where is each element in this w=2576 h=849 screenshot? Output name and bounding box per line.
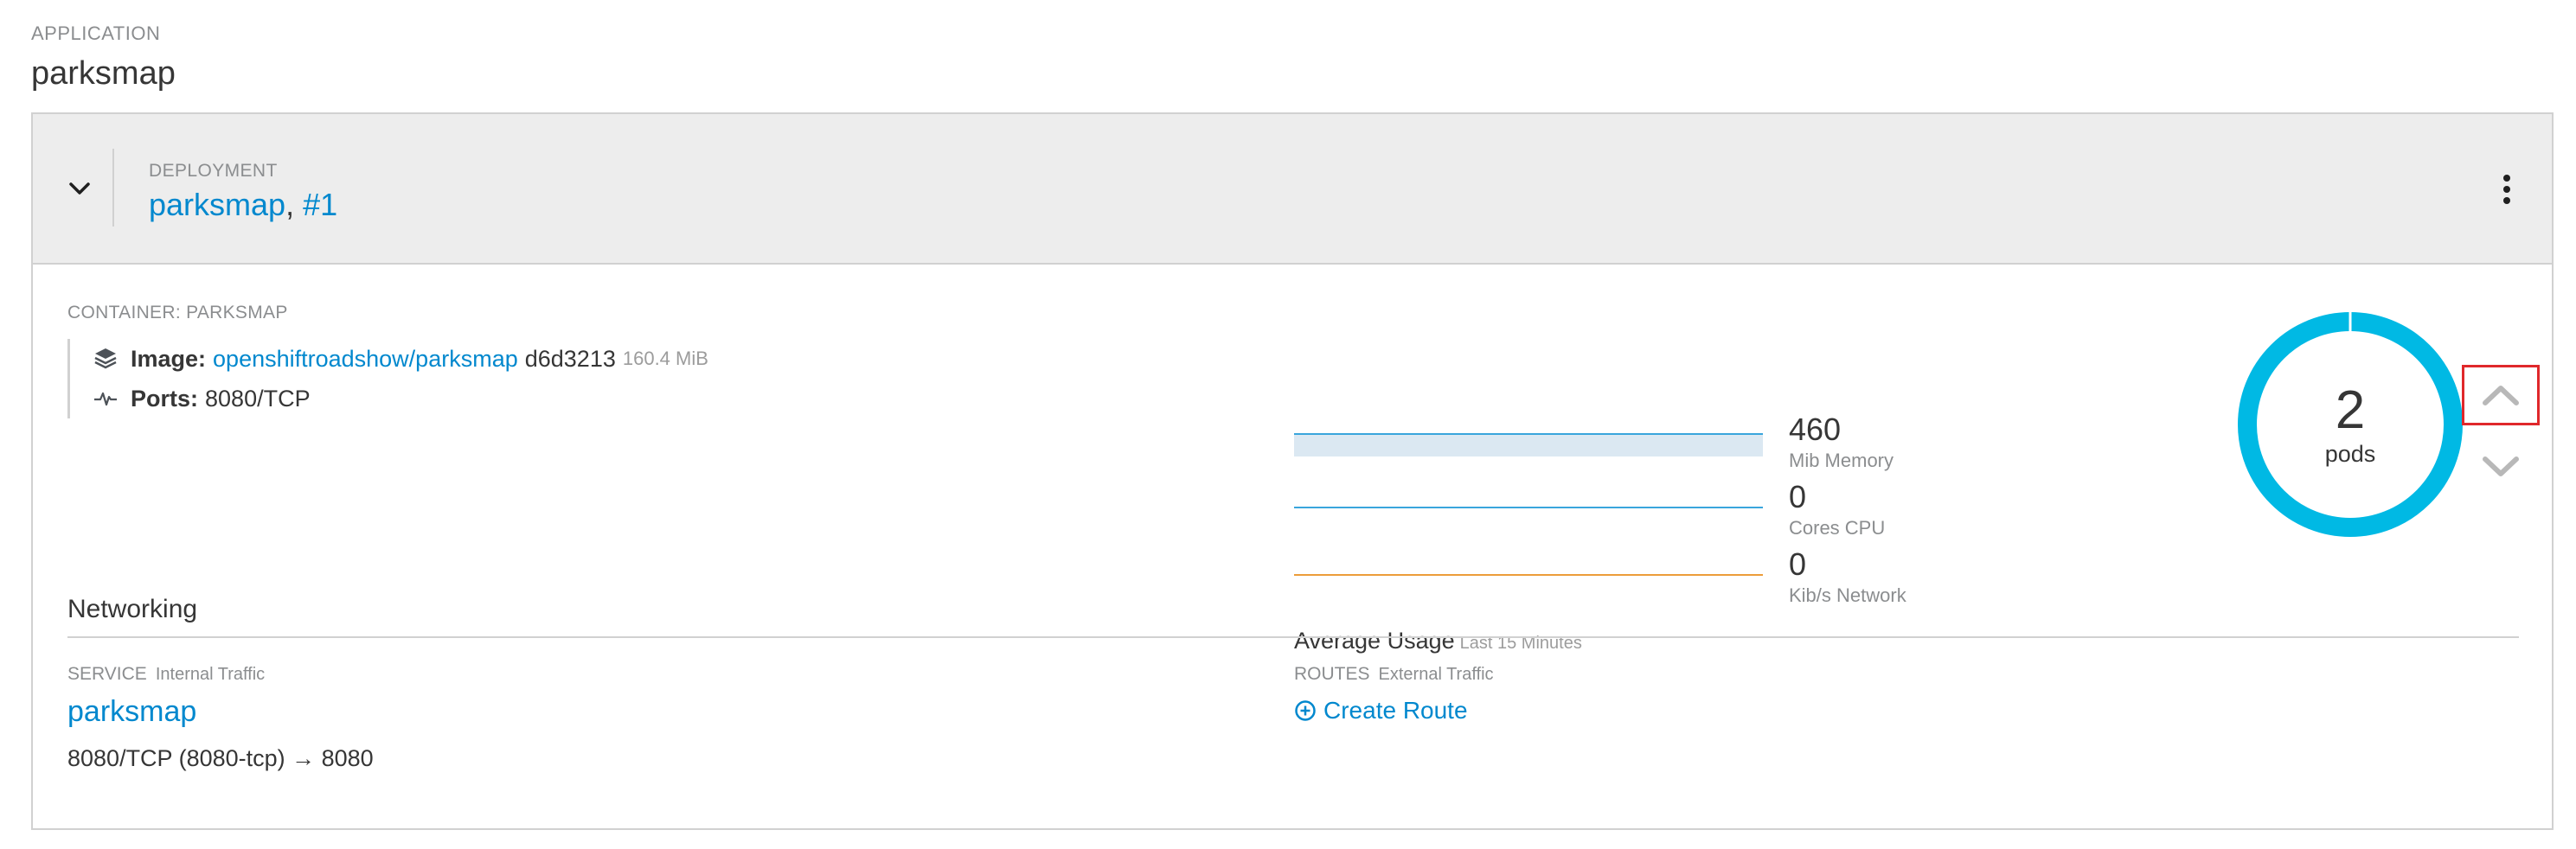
deployment-panel: DEPLOYMENT parksmap, #1 CONTAINER: PARKS… (31, 112, 2554, 830)
routes-label: ROUTES External Traffic (1294, 664, 1494, 685)
image-id: d6d3213 (524, 345, 616, 372)
pods-count: 2 (2335, 380, 2366, 440)
create-route-link[interactable]: Create Route (1294, 697, 1468, 725)
networking-title: Networking (67, 595, 198, 623)
routes-label-text: ROUTES (1294, 664, 1370, 684)
application-header: APPLICATION parksmap (31, 22, 176, 93)
deployment-revision-link[interactable]: #1 (303, 187, 337, 222)
scale-up-button[interactable] (2462, 365, 2540, 425)
ports-label: Ports: (131, 385, 199, 412)
deployment-title-separator: , (285, 187, 304, 222)
average-usage-label: Average Usage (1294, 628, 1455, 654)
deployment-name-link[interactable]: parksmap (149, 187, 285, 222)
cpu-value: 0 (1789, 479, 1807, 514)
plus-circle-icon (1295, 700, 1316, 721)
service-link[interactable]: parksmap (67, 695, 196, 729)
cpu-sparkline (1294, 507, 1763, 508)
image-size: 160.4 MiB (622, 348, 708, 369)
deployment-header: DEPLOYMENT parksmap, #1 (33, 114, 2552, 265)
container-label: CONTAINER: PARKSMAP (67, 303, 288, 322)
chevron-down-icon[interactable] (66, 175, 93, 202)
memory-unit: Mib Memory (1789, 450, 1894, 471)
container-info: Image: openshiftroadshow/parksmap d6d321… (67, 339, 708, 418)
scale-down-button[interactable] (2467, 441, 2534, 493)
image-label: Image: (131, 345, 207, 372)
image-row: Image: openshiftroadshow/parksmap d6d321… (93, 339, 708, 379)
network-sparkline (1294, 574, 1763, 576)
application-kicker: APPLICATION (31, 22, 161, 44)
kebab-icon[interactable] (2498, 175, 2515, 206)
average-usage: Average Usage Last 15 Minutes (1294, 628, 1582, 654)
header-divider (112, 149, 114, 227)
metrics-panel: 460 Mib Memory 0 Cores CPU 0 Kib/s Netwo… (1294, 296, 1986, 654)
ports-row: Ports: 8080/TCP (93, 379, 708, 418)
image-link[interactable]: openshiftroadshow/parksmap (213, 346, 518, 373)
service-port-mapping: 8080/TCP (8080-tcp) → 8080 (67, 745, 374, 771)
deployment-kicker: DEPLOYMENT (149, 161, 278, 181)
service-sublabel: Internal Traffic (155, 665, 266, 684)
service-label: SERVICE Internal Traffic (67, 664, 265, 685)
cpu-unit: Cores CPU (1789, 517, 1886, 539)
chevron-down-icon (2483, 456, 2519, 476)
memory-value: 460 (1789, 412, 1842, 447)
ports-value: 8080/TCP (205, 385, 311, 412)
chevron-up-icon (2483, 386, 2519, 405)
routes-sublabel: External Traffic (1378, 665, 1494, 684)
deployment-title: parksmap, #1 (149, 187, 337, 223)
pods-label: pods (2324, 441, 2376, 467)
network-value: 0 (1789, 546, 1807, 582)
memory-sparkline (1294, 433, 1763, 456)
networking-divider (67, 636, 2519, 638)
create-route-label: Create Route (1323, 697, 1468, 724)
pulse-icon (94, 392, 117, 406)
application-name: parksmap (31, 55, 176, 92)
layers-icon (94, 348, 117, 369)
network-unit: Kib/s Network (1789, 584, 1906, 606)
service-label-text: SERVICE (67, 664, 147, 684)
